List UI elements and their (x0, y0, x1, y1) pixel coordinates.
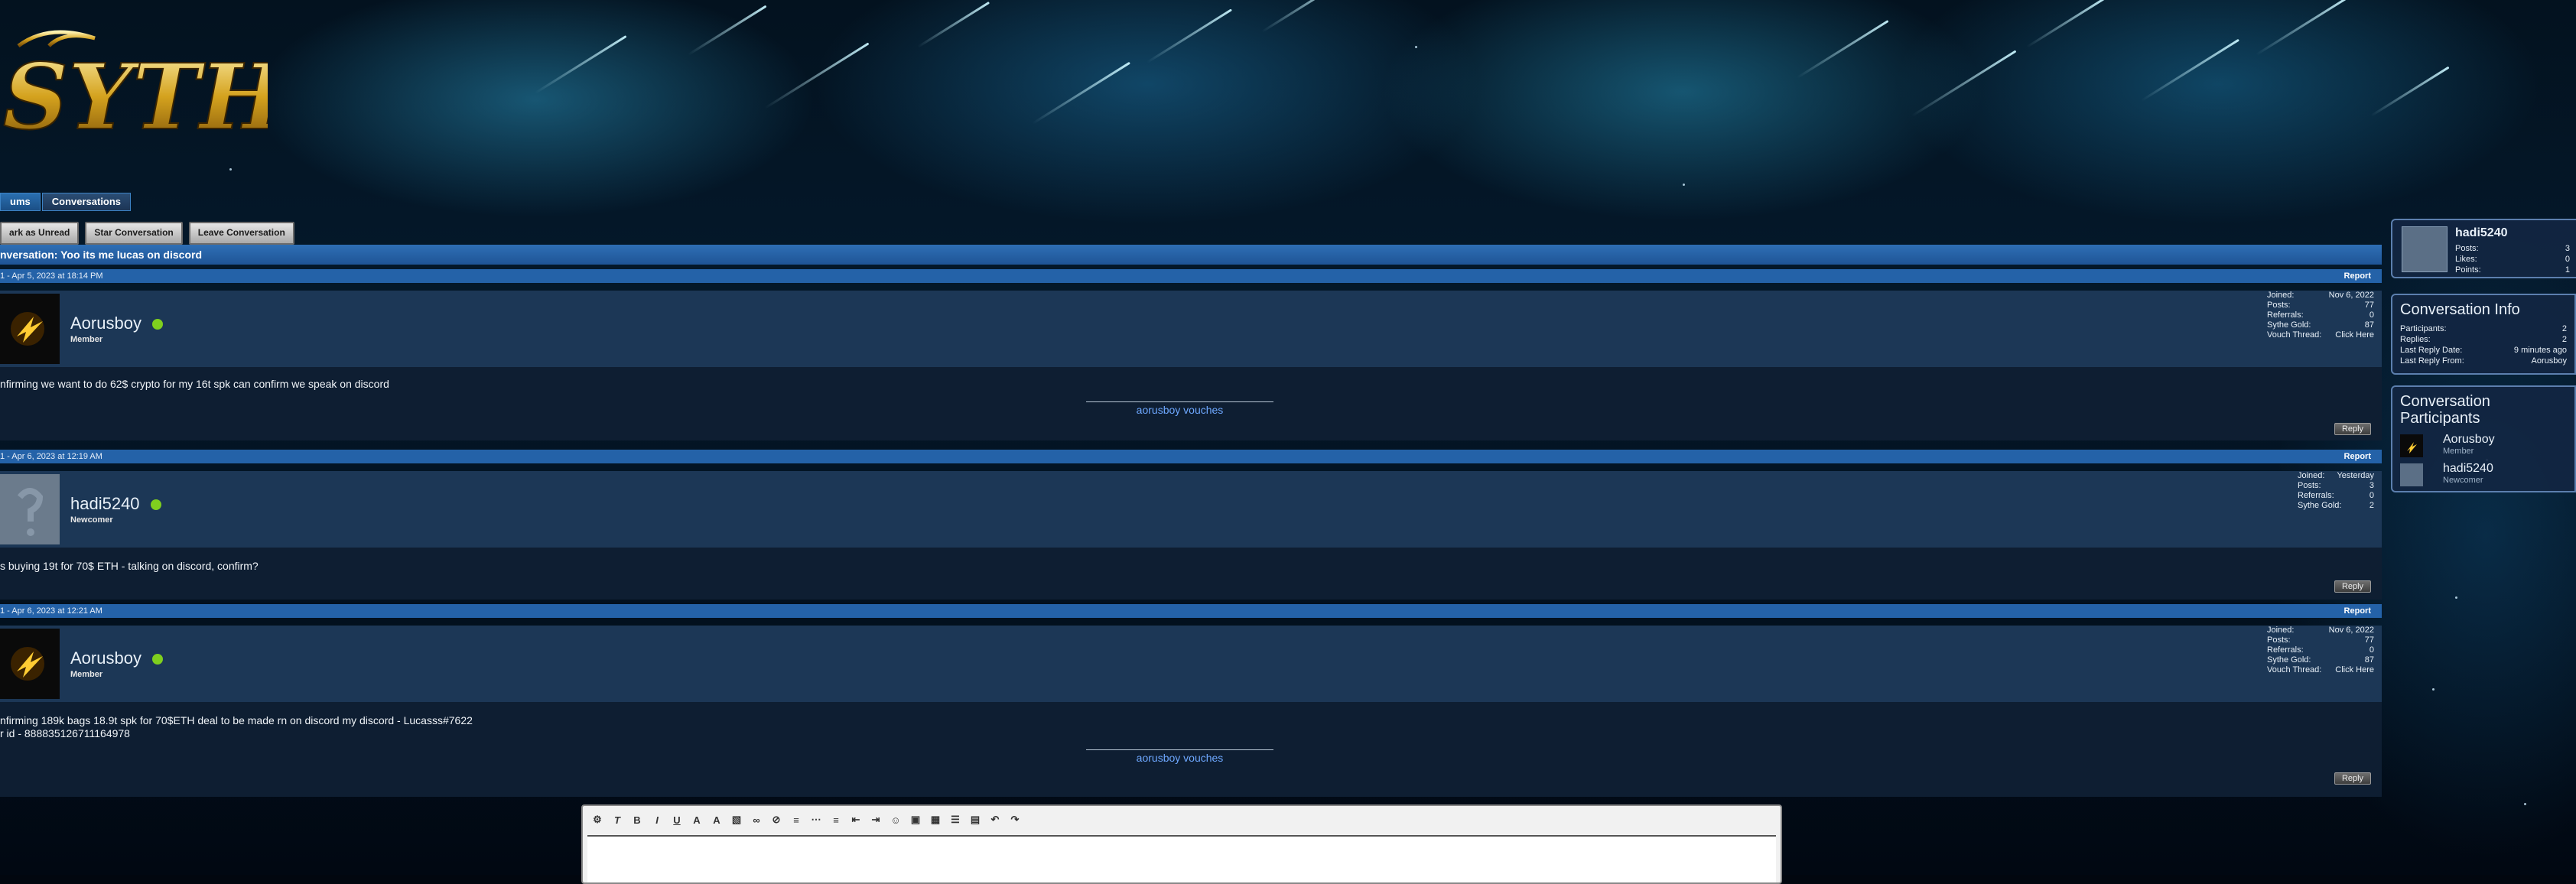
message-date: 1 - Apr 6, 2023 at 12:19 AM (0, 452, 102, 461)
sythe-logo[interactable]: SYTHE (3, 23, 268, 138)
signature-link[interactable]: aorusboy vouches (1086, 401, 1273, 416)
outdent-icon[interactable]: ⇤ (847, 811, 864, 828)
vouch-thread-link[interactable]: Click Here (2335, 665, 2374, 675)
user-title: Member (70, 670, 103, 679)
unlink-icon[interactable]: ⊘ (768, 811, 785, 828)
undo-icon[interactable]: ↶ (987, 811, 1003, 828)
leave-conversation-button[interactable]: Leave Conversation (188, 222, 294, 245)
message-text: s buying 19t for 70$ ETH - talking on di… (0, 560, 259, 572)
message-body: nfirming 189k bags 18.9t spk for 70$ETH … (0, 702, 2382, 797)
participant-item[interactable]: Aorusboy Member (2400, 431, 2567, 457)
font-size-icon[interactable]: A (708, 811, 725, 828)
message-input[interactable] (587, 835, 1776, 882)
breadcrumb: ums Conversations (0, 193, 132, 211)
username[interactable]: Aorusboy (70, 648, 163, 668)
reply-button[interactable]: Reply (2334, 580, 2371, 593)
online-indicator (151, 654, 163, 665)
sidebar-participants: Conversation Participants Aorusboy Membe… (2391, 385, 2576, 492)
media-icon[interactable]: ▦ (927, 811, 944, 828)
report-link[interactable]: Report (2344, 269, 2371, 283)
user-stats: Joined: Nov 6, 2022 Posts: 77 Referrals: 0 … (2267, 626, 2374, 675)
star-conversation-button[interactable]: Star Conversation (85, 222, 183, 245)
indent-icon[interactable]: ⇥ (867, 811, 884, 828)
reply-button[interactable]: Reply (2334, 423, 2371, 435)
message-body: nfirming we want to do 62$ crypto for my… (0, 367, 2382, 440)
mark-unread-button[interactable]: ark as Unread (0, 222, 80, 245)
last-reply-user-link[interactable]: Aorusboy (2532, 356, 2567, 366)
profile-avatar[interactable] (2402, 226, 2448, 272)
user-stats: Joined: Nov 6, 2022 Posts: 77 Referrals: 0 … (2267, 291, 2374, 340)
signature-link[interactable]: aorusboy vouches (1086, 749, 1273, 764)
username[interactable]: Aorusboy (70, 314, 163, 333)
conversation-info-title: Conversation Info (2400, 301, 2520, 318)
message-author-row: Aorusboy Member Joined: Nov 6, 2022 Posts… (0, 626, 2382, 702)
user-stats: Joined: Yesterday Posts: 3 Referrals: 0 Syt… (2298, 471, 2374, 510)
message-date: 1 - Apr 5, 2023 at 18:14 PM (0, 271, 103, 281)
breadcrumb-forums[interactable]: ums (0, 193, 41, 211)
username[interactable]: hadi5240 (70, 494, 161, 514)
quote-icon[interactable]: ☰ (947, 811, 964, 828)
underline-icon[interactable]: U (668, 811, 685, 828)
message-meta-bar: 1 - Apr 5, 2023 at 18:14 PM Report (0, 269, 2382, 283)
reply-button[interactable]: Reply (2334, 772, 2371, 785)
link-icon[interactable]: ∞ (748, 811, 765, 828)
message-body: s buying 19t for 70$ ETH - talking on di… (0, 548, 2382, 600)
svg-text:SYTHE: SYTHE (3, 44, 268, 138)
sidebar-profile-card: hadi5240 Posts: 3 Likes: 0 Points: 1 (2391, 219, 2576, 278)
conversation-actions: ark as Unread Star Conversation Leave Co… (0, 222, 294, 245)
message-author-row: Aorusboy Member Joined: Nov 6, 2022 Posts… (0, 291, 2382, 367)
image-icon[interactable]: ▣ (907, 811, 924, 828)
sidebar-conversation-info: Conversation Info Participants: 2 Replies… (2391, 294, 2576, 375)
report-link[interactable]: Report (2344, 450, 2371, 463)
message-text: nfirming 189k bags 18.9t spk for 70$ETH … (0, 714, 473, 739)
aorusboy-avatar (2400, 434, 2423, 457)
online-indicator (150, 499, 161, 511)
numbered-list-icon[interactable]: ≡ (828, 811, 844, 828)
bold-icon[interactable]: B (629, 811, 646, 828)
message-meta-bar: 1 - Apr 6, 2023 at 12:19 AM Report (0, 450, 2382, 463)
message-date: 1 - Apr 6, 2023 at 12:21 AM (0, 606, 102, 616)
align-icon[interactable]: ≡ (788, 811, 805, 828)
aorusboy-avatar[interactable] (0, 629, 60, 699)
smilie-icon[interactable]: ☺ (887, 811, 904, 828)
default-avatar[interactable] (0, 474, 60, 544)
participants-title: Conversation Participants (2400, 393, 2490, 427)
remove-format-icon[interactable]: T (609, 811, 626, 828)
editor-toolbar: ⚙ T B I U A A ▧ ∞ ⊘ ≡ ⋯ ≡ ⇤ ⇥ ☺ ▣ ▦ ☰ ▤ … (583, 806, 1023, 834)
message-meta-bar: 1 - Apr 6, 2023 at 12:21 AM Report (0, 604, 2382, 618)
online-indicator (151, 319, 163, 330)
participant-avatar (2400, 463, 2423, 486)
user-title: Member (70, 335, 103, 344)
font-family-icon[interactable]: ▧ (728, 811, 745, 828)
report-link[interactable]: Report (2344, 604, 2371, 618)
profile-name[interactable]: hadi5240 (2455, 226, 2507, 240)
message-author-row: hadi5240 Newcomer Joined: Yesterday Posts… (0, 471, 2382, 548)
message-text: nfirming we want to do 62$ crypto for my… (0, 378, 389, 390)
participant-item[interactable]: hadi5240 Newcomer (2400, 460, 2567, 486)
breadcrumb-conversations[interactable]: Conversations (41, 193, 132, 211)
vouch-thread-link[interactable]: Click Here (2335, 330, 2374, 340)
reply-editor: ⚙ T B I U A A ▧ ∞ ⊘ ≡ ⋯ ≡ ⇤ ⇥ ☺ ▣ ▦ ☰ ▤ … (581, 804, 1782, 884)
redo-icon[interactable]: ↷ (1007, 811, 1023, 828)
user-title: Newcomer (70, 515, 113, 525)
font-color-icon[interactable]: A (688, 811, 705, 828)
aorusboy-avatar[interactable] (0, 294, 60, 364)
bullet-list-icon[interactable]: ⋯ (808, 811, 825, 828)
source-icon[interactable]: ⚙ (589, 811, 606, 828)
italic-icon[interactable]: I (649, 811, 665, 828)
conversation-title: nversation: Yoo its me lucas on discord (0, 245, 2382, 265)
save-draft-icon[interactable]: ▤ (967, 811, 984, 828)
